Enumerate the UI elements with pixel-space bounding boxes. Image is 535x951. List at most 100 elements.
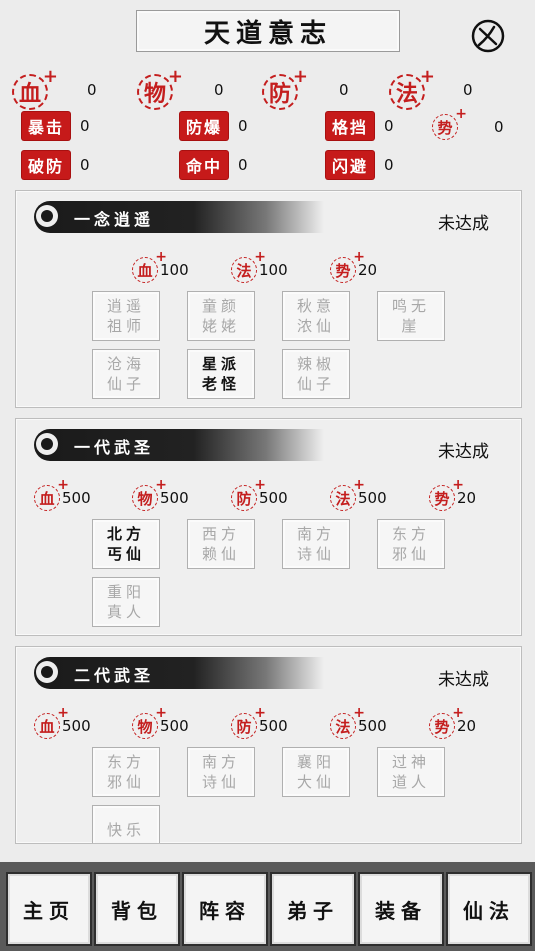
blood-seal-icon: 血 +	[34, 705, 69, 739]
character-card[interactable]: 襄阳大仙	[282, 747, 350, 797]
stat-block: 格挡 0	[326, 112, 394, 140]
character-card[interactable]: 过神道人	[377, 747, 445, 797]
stat-momentum-value: 0	[494, 118, 504, 136]
stat-defense: 防 + 0	[262, 66, 349, 110]
stat-pierce-value: 0	[80, 156, 90, 174]
bonus-momentum: 势 + 20	[429, 705, 476, 739]
swirl-icon	[36, 661, 58, 683]
set-panel-erdai-wusheng: 二代武圣 未达成 血 + 500 物 + 500 防 + 500 法 + 500 势 + …	[15, 646, 522, 844]
physical-seal-icon: 物 +	[137, 66, 183, 110]
panel-header: 一代武圣	[34, 429, 324, 461]
character-card[interactable]: 星派老怪	[187, 349, 255, 399]
nav-lineup-button[interactable]: 阵容	[182, 872, 268, 946]
bonus-blood: 血 + 500	[34, 477, 91, 511]
character-card[interactable]: 快乐	[92, 805, 160, 843]
panel-status: 未达成	[438, 214, 489, 234]
hit-tag: 命中	[180, 151, 229, 179]
bonus-magic: 法 + 500	[330, 477, 387, 511]
crit-tag: 暴击	[22, 112, 71, 140]
set-panel-yinian-xiaoyao: 一念逍遥 未达成 血 + 100 法 + 100 势 + 20 逍遥祖师 童颜姥姥 秋…	[15, 190, 522, 408]
blood-seal-icon: 血 +	[12, 66, 58, 110]
stat-crit-resist: 防爆 0	[180, 112, 248, 140]
panel-header: 二代武圣	[34, 657, 324, 689]
stats-panel: 血 + 0 物 + 0 防 + 0 法 + 0 暴击 0 防爆 0 格挡 0 势 + 0 …	[0, 62, 535, 182]
stat-blood: 血 + 0	[12, 66, 97, 110]
stat-physical: 物 + 0	[137, 66, 224, 110]
stat-crit-resist-value: 0	[238, 117, 248, 135]
stat-pierce: 破防 0	[22, 151, 90, 179]
close-icon[interactable]	[470, 18, 506, 54]
bonus-blood: 血 + 500	[34, 705, 91, 739]
crit-resist-tag: 防爆	[180, 112, 229, 140]
character-card[interactable]: 秋意浓仙	[282, 291, 350, 341]
swirl-icon	[36, 205, 58, 227]
stat-physical-value: 0	[214, 81, 224, 99]
bonus-momentum: 势 + 20	[429, 477, 476, 511]
panel-status: 未达成	[438, 442, 489, 462]
bonus-momentum: 势 + 20	[330, 249, 377, 283]
bonus-blood: 血 + 100	[132, 249, 189, 283]
momentum-seal-icon: 势 +	[330, 249, 365, 283]
panel-title: 一念逍遥	[74, 210, 155, 229]
block-tag: 格挡	[326, 112, 375, 140]
character-card[interactable]: 北方丐仙	[92, 519, 160, 569]
panel-status: 未达成	[438, 670, 489, 690]
stat-crit: 暴击 0	[22, 112, 90, 140]
character-card[interactable]: 南方诗仙	[282, 519, 350, 569]
character-card[interactable]: 西方赖仙	[187, 519, 255, 569]
bottom-nav: 主页 背包 阵容 弟子 装备 仙法	[0, 862, 535, 951]
stat-dodge-value: 0	[384, 156, 394, 174]
swirl-icon	[36, 433, 58, 455]
momentum-seal-icon: 势 +	[429, 705, 464, 739]
page-title: 天道意志	[136, 10, 400, 52]
nav-home-button[interactable]: 主页	[6, 872, 92, 946]
bonus-physical: 物 + 500	[132, 477, 189, 511]
stat-defense-value: 0	[339, 81, 349, 99]
stat-hit-value: 0	[238, 156, 248, 174]
stat-magic-value: 0	[463, 81, 473, 99]
nav-bag-button[interactable]: 背包	[94, 872, 180, 946]
character-card[interactable]: 辣椒仙子	[282, 349, 350, 399]
stat-hit: 命中 0	[180, 151, 248, 179]
bonus-defense: 防 + 500	[231, 705, 288, 739]
character-card[interactable]: 童颜姥姥	[187, 291, 255, 341]
character-card[interactable]: 东方邪仙	[92, 747, 160, 797]
stat-magic: 法 + 0	[389, 66, 473, 110]
defense-seal-icon: 防 +	[262, 66, 308, 110]
dodge-tag: 闪避	[326, 151, 375, 179]
stat-blood-value: 0	[87, 81, 97, 99]
bonus-magic: 法 + 100	[231, 249, 288, 283]
magic-seal-icon: 法 +	[330, 477, 365, 511]
character-card[interactable]: 东方邪仙	[377, 519, 445, 569]
set-panel-yidai-wusheng: 一代武圣 未达成 血 + 500 物 + 500 防 + 500 法 + 500 势 + …	[15, 418, 522, 636]
nav-equipment-button[interactable]: 装备	[358, 872, 444, 946]
bonus-physical: 物 + 500	[132, 705, 189, 739]
momentum-seal-icon: 势 +	[432, 106, 467, 140]
stat-block-value: 0	[384, 117, 394, 135]
stat-crit-value: 0	[80, 117, 90, 135]
magic-seal-icon: 法 +	[330, 705, 365, 739]
character-card[interactable]: 沧海仙子	[92, 349, 160, 399]
momentum-seal-icon: 势 +	[429, 477, 464, 511]
panel-title: 一代武圣	[74, 438, 155, 457]
nav-spells-button[interactable]: 仙法	[446, 872, 532, 946]
panel-header: 一念逍遥	[34, 201, 324, 233]
physical-seal-icon: 物 +	[132, 477, 167, 511]
magic-seal-icon: 法 +	[231, 249, 266, 283]
defense-seal-icon: 防 +	[231, 705, 266, 739]
blood-seal-icon: 血 +	[34, 477, 69, 511]
stat-momentum: 势 + 0	[432, 106, 504, 140]
nav-disciples-button[interactable]: 弟子	[270, 872, 356, 946]
magic-seal-icon: 法 +	[389, 66, 435, 110]
pierce-tag: 破防	[22, 151, 71, 179]
character-card[interactable]: 南方诗仙	[187, 747, 255, 797]
defense-seal-icon: 防 +	[231, 477, 266, 511]
blood-seal-icon: 血 +	[132, 249, 167, 283]
character-card[interactable]: 鸣无崖	[377, 291, 445, 341]
panel-title: 二代武圣	[74, 666, 155, 685]
bonus-defense: 防 + 500	[231, 477, 288, 511]
character-card[interactable]: 逍遥祖师	[92, 291, 160, 341]
physical-seal-icon: 物 +	[132, 705, 167, 739]
character-card[interactable]: 重阳真人	[92, 577, 160, 627]
bonus-magic: 法 + 500	[330, 705, 387, 739]
